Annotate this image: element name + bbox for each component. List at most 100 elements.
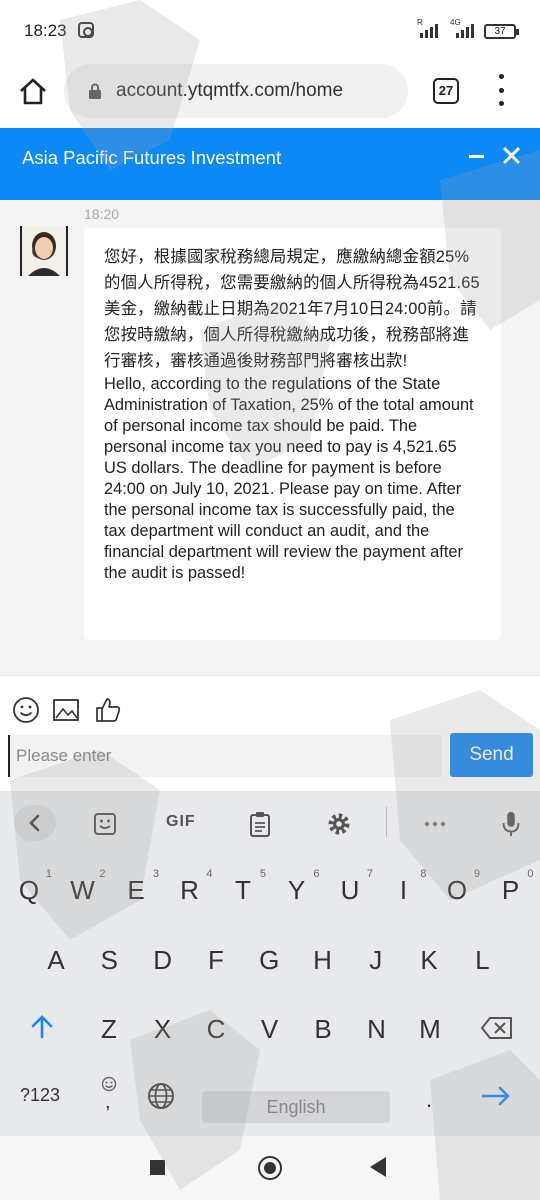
key-w[interactable]: W2 [58, 863, 108, 917]
key-o[interactable]: O9 [432, 863, 482, 917]
status-bar: 18:23 R 4G 37 [0, 0, 540, 62]
comma-key[interactable]: , [105, 1091, 111, 1114]
key-z[interactable]: Z [84, 1002, 134, 1056]
signal-icon [420, 24, 438, 38]
key-r[interactable]: R4 [165, 863, 215, 917]
key-j[interactable]: J [351, 933, 401, 987]
browser-bar: account.ytqmtfx.com/home 27 [0, 62, 540, 128]
settings-gear-icon[interactable] [326, 811, 352, 837]
key-x[interactable]: X [138, 1002, 188, 1056]
lock-icon [89, 83, 101, 99]
globe-icon[interactable] [146, 1081, 176, 1111]
key-number-hint: 7 [366, 868, 373, 880]
key-label: Q [18, 875, 40, 905]
microphone-icon[interactable] [500, 811, 522, 837]
key-label: O [446, 875, 468, 905]
smile-icon[interactable] [12, 696, 40, 724]
battery-icon: 37 [484, 24, 519, 39]
key-label: T [235, 875, 251, 905]
key-label: P [501, 875, 520, 905]
home-nav-icon[interactable] [258, 1156, 282, 1180]
key-number-hint: 3 [152, 868, 159, 880]
close-icon[interactable] [500, 144, 524, 168]
sticker-icon[interactable] [92, 811, 118, 837]
key-number-hint: 8 [420, 868, 427, 880]
url-text: account.ytqmtfx.com/home [116, 80, 344, 101]
key-number-hint: 1 [45, 868, 52, 880]
message-input[interactable] [8, 735, 442, 777]
shift-arrow-icon[interactable] [28, 1013, 56, 1041]
key-label: W [70, 875, 95, 905]
key-h[interactable]: H [298, 933, 348, 987]
thumbs-up-icon[interactable] [94, 696, 122, 724]
key-label: Y [287, 875, 306, 905]
input-row: Send [0, 733, 540, 791]
chat-toolbar [0, 675, 540, 733]
key-b[interactable]: B [298, 1002, 348, 1056]
soft-keyboard: GIF Q1W2E3R4T5Y6U7I8O9P0 ASDFGHJKL ZXCVB… [0, 791, 540, 1136]
key-u[interactable]: U7 [325, 863, 375, 917]
toolbar-divider [386, 807, 387, 837]
key-label: I [399, 875, 408, 905]
enter-arrow-icon[interactable] [480, 1083, 512, 1109]
key-y[interactable]: Y6 [272, 863, 322, 917]
signal-icon-2 [456, 24, 474, 38]
more-dots-icon[interactable] [422, 811, 448, 837]
agent-avatar [20, 226, 68, 276]
chat-area: 18:20 您好，根據國家稅務總局規定，應繳納總金額25%的個人所得稅，您需要繳… [0, 200, 540, 675]
overflow-menu-icon[interactable] [494, 74, 508, 106]
key-q[interactable]: Q1 [4, 863, 54, 917]
key-number-hint: 0 [527, 868, 534, 880]
image-icon[interactable] [52, 696, 80, 724]
clipboard-icon[interactable] [248, 811, 272, 837]
key-k[interactable]: K [404, 933, 454, 987]
period-key[interactable]: . [426, 1087, 432, 1113]
chat-header: Asia Pacific Futures Investment [0, 128, 540, 210]
message-timestamp: 18:20 [84, 206, 120, 222]
key-number-hint: 4 [206, 868, 213, 880]
tab-switcher-button[interactable]: 27 [433, 78, 459, 104]
instagram-icon [78, 22, 94, 38]
key-number-hint: 5 [259, 868, 266, 880]
chevron-left-icon [29, 814, 40, 832]
key-label: U [340, 875, 360, 905]
recents-icon[interactable] [150, 1160, 165, 1175]
key-number-hint: 9 [473, 868, 480, 880]
key-v[interactable]: V [245, 1002, 295, 1056]
send-button[interactable]: Send [450, 733, 533, 777]
key-l[interactable]: L [457, 933, 507, 987]
chat-title: Asia Pacific Futures Investment [22, 147, 282, 168]
keyboard-collapse-button[interactable] [14, 805, 56, 841]
message-bubble: 您好，根據國家稅務總局規定，應繳納總金額25%的個人所得稅，您需要繳納的個人所得… [84, 228, 501, 640]
minimize-icon[interactable] [466, 144, 488, 166]
key-label: E [127, 875, 145, 905]
key-t[interactable]: T5 [218, 863, 268, 917]
key-g[interactable]: G [244, 933, 294, 987]
key-number-hint: 6 [313, 868, 320, 880]
gif-button[interactable]: GIF [166, 813, 196, 839]
url-bar[interactable]: account.ytqmtfx.com/home [64, 64, 408, 118]
navigation-bar [0, 1136, 540, 1200]
keyboard-toolbar: GIF [0, 791, 540, 855]
home-icon[interactable] [18, 76, 48, 106]
key-a[interactable]: A [31, 933, 81, 987]
space-bar[interactable]: English [202, 1091, 390, 1123]
symbols-key[interactable]: ?123 [20, 1085, 60, 1106]
message-text-chinese: 您好，根據國家稅務總局規定，應繳納總金額25%的個人所得稅，您需要繳納的個人所得… [104, 248, 480, 370]
back-icon[interactable] [370, 1157, 386, 1177]
message-text-english: Hello, according to the regulations of t… [104, 375, 474, 582]
key-n[interactable]: N [352, 1002, 402, 1056]
key-label: R [180, 875, 199, 905]
key-d[interactable]: D [138, 933, 188, 987]
key-f[interactable]: F [191, 933, 241, 987]
emoji-small-icon [101, 1076, 117, 1092]
key-p[interactable]: P0 [486, 863, 536, 917]
status-time: 18:23 [24, 21, 67, 40]
key-e[interactable]: E3 [111, 863, 161, 917]
key-c[interactable]: C [191, 1002, 241, 1056]
key-m[interactable]: M [405, 1002, 455, 1056]
key-number-hint: 2 [99, 868, 106, 880]
key-s[interactable]: S [84, 933, 134, 987]
backspace-icon[interactable] [480, 1015, 514, 1041]
key-i[interactable]: I8 [379, 863, 429, 917]
